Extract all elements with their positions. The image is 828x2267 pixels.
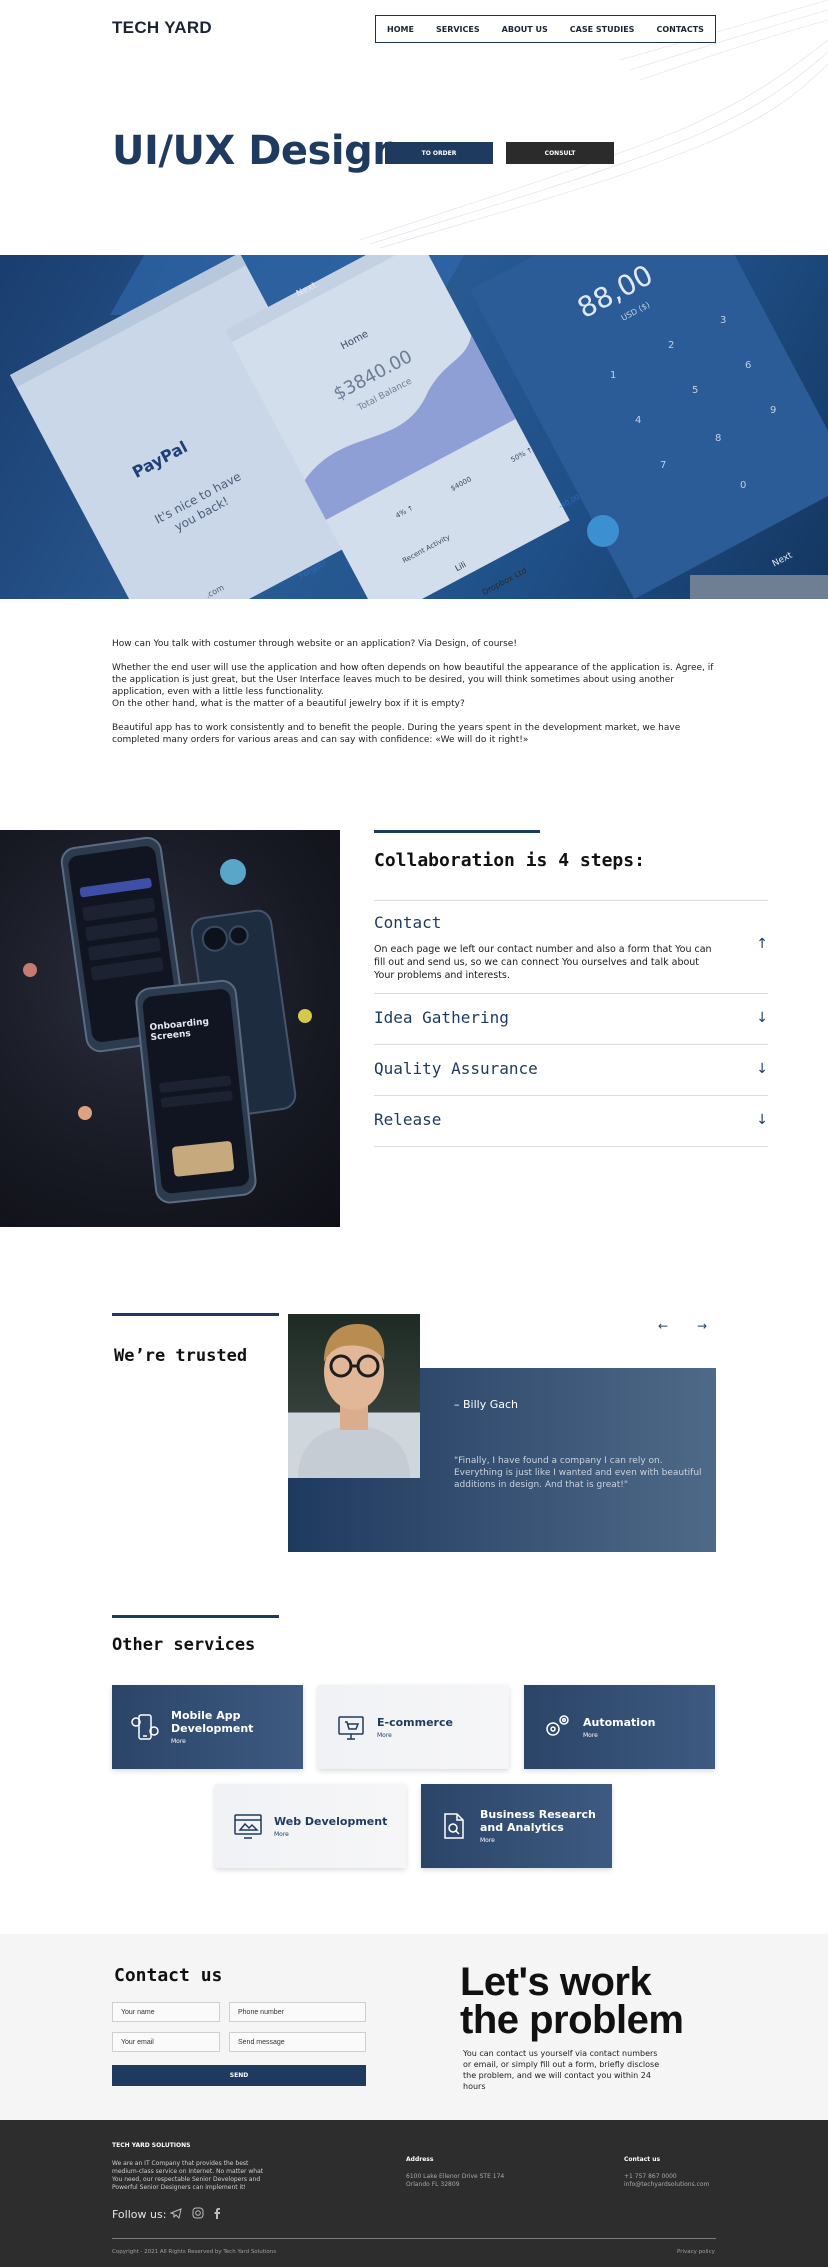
service-card-automation[interactable]: Automation More	[524, 1685, 715, 1769]
hero-app-mockup-image: Next PayPal It's nice to have you back! …	[0, 255, 828, 599]
service-card-ecommerce[interactable]: E-commerce More	[318, 1685, 509, 1769]
service-title: Web Development	[274, 1814, 388, 1828]
keypad-key-0: 0	[740, 480, 747, 491]
keypad-key-4: 4	[635, 415, 642, 426]
service-more-link[interactable]: More	[480, 1837, 612, 1844]
service-more-link[interactable]: More	[274, 1831, 387, 1838]
address-line-2: Orlando FL 32809	[406, 2181, 460, 2188]
name-field[interactable]: Your name	[112, 2002, 220, 2022]
service-more-link[interactable]: More	[171, 1738, 303, 1745]
mobile-app-icon	[131, 1714, 159, 1740]
accordion-label-contact: Contact	[374, 913, 442, 932]
footer-divider	[112, 2238, 716, 2239]
nav-about-us[interactable]: ABOUT US	[502, 25, 548, 34]
service-card-web-development[interactable]: Web Development More	[215, 1784, 406, 1868]
keypad-key-2: 2	[668, 340, 675, 351]
trusted-accent-bar	[112, 1313, 279, 1316]
arrow-down-icon[interactable]: ↓	[756, 1010, 768, 1026]
send-button[interactable]: SEND	[112, 2065, 366, 2086]
keypad-key-9: 9	[770, 405, 777, 416]
testimonial-quote: "Finally, I have found a company I can r…	[454, 1456, 702, 1490]
contact-title: Contact us	[114, 1965, 223, 1986]
service-title: Business Research and Analytics	[480, 1808, 596, 1834]
address-line-1: 6100 Lake Ellenor Drive STE 174	[406, 2173, 505, 2180]
keypad-key-5: 5	[692, 385, 699, 396]
phone-field[interactable]: Phone number	[229, 2002, 366, 2022]
accordion-item-idea-gathering[interactable]: Idea Gathering ↓	[374, 993, 768, 1044]
service-more-link[interactable]: More	[377, 1732, 453, 1739]
copyright: Copyright · 2021 All Rights Reserved by …	[112, 2249, 277, 2255]
intro-paragraph-2: Whether the end user will use the applic…	[112, 663, 714, 697]
to-order-button[interactable]: TO ORDER	[385, 142, 493, 164]
follow-us-label: Follow us:	[112, 2208, 167, 2221]
service-title: Automation	[583, 1715, 656, 1729]
accordion-item-release[interactable]: Release ↓	[374, 1095, 768, 1147]
footer-brand: TECH YARD SOLUTIONS	[112, 2142, 191, 2149]
arrow-down-icon[interactable]: ↓	[756, 1061, 768, 1077]
keypad-key-7: 7	[660, 460, 667, 471]
intro-paragraph-1: How can You talk with costumer through w…	[112, 639, 517, 649]
message-field[interactable]: Send message	[229, 2032, 366, 2052]
accordion-label-idea-gathering: Idea Gathering	[374, 1008, 509, 1027]
business-research-icon	[444, 1813, 464, 1839]
contact-heading: Contact us	[624, 2156, 661, 2163]
contact-description: You can contact us yourself via contact …	[463, 2049, 660, 2091]
site-logo[interactable]: TECH YARD	[112, 18, 212, 38]
phones-mockup-image: Onboarding Screens	[0, 830, 340, 1227]
nav-contacts[interactable]: CONTACTS	[656, 25, 703, 34]
accordion-item-contact[interactable]: Contact ↑ On each page we left our conta…	[374, 900, 768, 993]
contact-section	[0, 1934, 828, 2120]
keypad-key-1: 1	[610, 370, 617, 381]
intro-text: How can You talk with costumer through w…	[112, 638, 716, 758]
prev-arrow-icon[interactable]: ←	[658, 1319, 668, 1333]
testimonial-author: – Billy Gach	[454, 1398, 519, 1411]
accordion-desc-contact: On each page we left our contact number …	[374, 944, 712, 981]
testimonial-portrait	[288, 1314, 420, 1478]
service-card-business-research[interactable]: Business Research and Analytics More	[421, 1784, 612, 1868]
collab-accent-bar	[374, 830, 540, 833]
accordion-label-quality-assurance: Quality Assurance	[374, 1059, 538, 1078]
email-field[interactable]: Your email	[112, 2032, 220, 2052]
service-title: Mobile App Development	[171, 1709, 254, 1735]
automation-gears-icon	[546, 1715, 569, 1736]
keypad-key-6: 6	[745, 360, 752, 371]
accordion-item-quality-assurance[interactable]: Quality Assurance ↓	[374, 1044, 768, 1095]
footer-about: We are an IT Company that provides the b…	[112, 2160, 264, 2191]
nav-case-studies[interactable]: CASE STUDIES	[570, 25, 635, 34]
footer-email[interactable]: info@techyardsolutions.com	[624, 2181, 709, 2189]
page-title: UI/UX Design	[112, 128, 401, 174]
main-nav: HOME SERVICES ABOUT US CASE STUDIES CONT…	[375, 15, 716, 43]
services-accent-bar	[112, 1615, 279, 1618]
keypad-key-3: 3	[720, 315, 727, 326]
service-title: E-commerce	[377, 1715, 453, 1729]
intro-paragraph-3: On the other hand, what is the matter of…	[112, 699, 465, 709]
consult-button[interactable]: CONSULT	[506, 142, 614, 164]
contact-headline: Let's work the problem	[460, 1960, 684, 2042]
next-arrow-icon[interactable]: →	[697, 1319, 707, 1333]
intro-paragraph-4: Beautiful app has to work consistently a…	[112, 723, 681, 745]
facebook-icon[interactable]	[213, 2207, 221, 2219]
trusted-title: We’re trusted	[114, 1346, 248, 1366]
arrow-up-icon[interactable]: ↑	[756, 936, 768, 952]
keypad-key-8: 8	[715, 433, 722, 444]
service-card-mobile-app[interactable]: Mobile App Development More	[112, 1685, 303, 1769]
accordion-label-release: Release	[374, 1110, 442, 1129]
footer-phone[interactable]: +1 757 867 0000	[624, 2173, 677, 2181]
telegram-icon[interactable]	[170, 2207, 182, 2219]
instagram-icon[interactable]	[192, 2207, 204, 2219]
arrow-down-icon[interactable]: ↓	[756, 1112, 768, 1128]
nav-services[interactable]: SERVICES	[436, 25, 480, 34]
service-more-link[interactable]: More	[583, 1732, 655, 1739]
headline-line-1: Let's work	[460, 1960, 652, 2004]
ecommerce-icon	[338, 1716, 364, 1740]
headline-line-2: the problem	[460, 1998, 684, 2042]
services-title: Other services	[112, 1635, 256, 1655]
nav-home[interactable]: HOME	[387, 25, 414, 34]
address-heading: Address	[406, 2156, 434, 2163]
web-development-icon	[234, 1814, 262, 1839]
privacy-policy-link[interactable]: Privacy policy	[677, 2249, 715, 2255]
collab-title: Collaboration is 4 steps:	[374, 850, 645, 871]
